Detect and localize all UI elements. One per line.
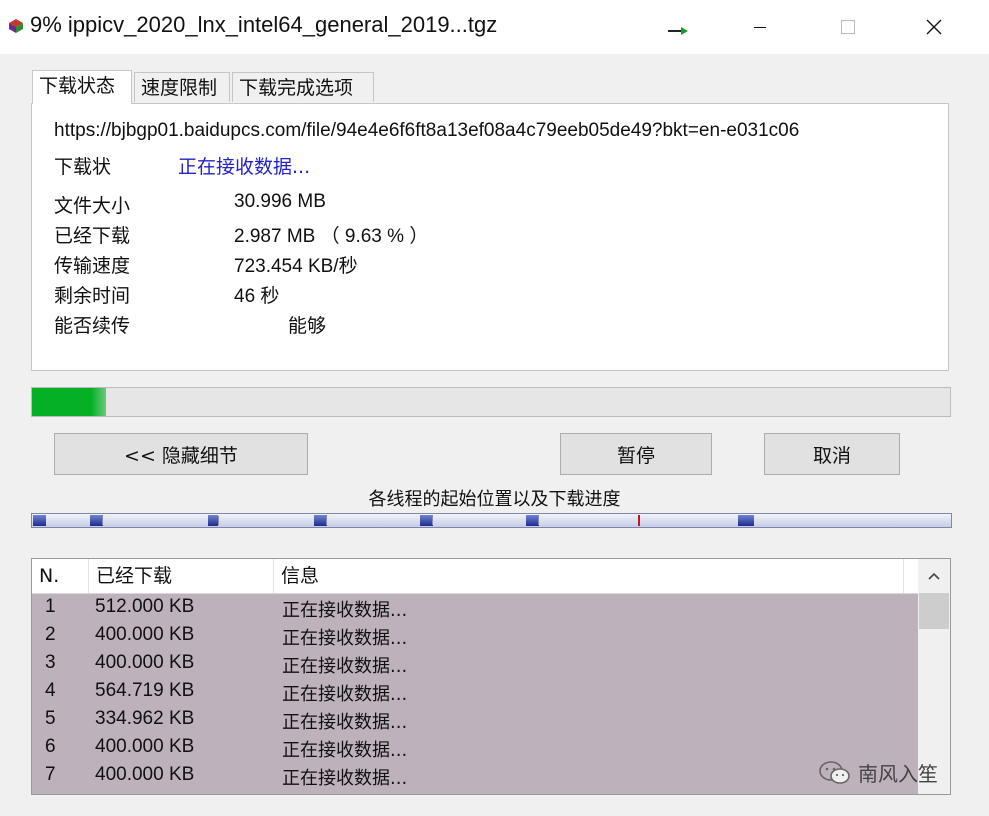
list-item[interactable]: 5 334.962 KB 正在接收数据...	[32, 705, 918, 733]
row-info: 正在接收数据...	[282, 600, 408, 621]
status-panel: https://bjbgp01.baidupcs.com/file/94e4e6…	[31, 103, 949, 371]
progress-bar	[31, 387, 951, 417]
row-downloaded: 400.000 KB	[95, 736, 195, 757]
tab-download-status[interactable]: 下载状态	[32, 70, 132, 104]
row-number: 5	[45, 708, 56, 729]
thread-segment	[208, 515, 218, 526]
tab-completion-options[interactable]: 下载完成选项	[232, 72, 374, 102]
row-number: 3	[45, 652, 56, 673]
list-item[interactable]: 6 400.000 KB 正在接收数据...	[32, 733, 918, 761]
minimize-icon	[754, 27, 766, 28]
pause-button[interactable]: 暂停	[560, 433, 712, 475]
list-item[interactable]: 1 512.000 KB 正在接收数据...	[32, 593, 918, 621]
app-icon	[9, 19, 23, 33]
list-header: N. 已经下载 信息	[32, 559, 920, 594]
row-downloaded: 564.719 KB	[95, 680, 195, 701]
threads-caption: 各线程的起始位置以及下载进度	[368, 489, 621, 510]
speed-value: 723.454 KB/秒	[234, 256, 358, 277]
row-info: 正在接收数据...	[282, 628, 408, 649]
thread-marker	[638, 515, 640, 526]
row-number: 1	[45, 596, 56, 617]
row-info: 正在接收数据...	[282, 768, 408, 789]
list-item[interactable]: 3 400.000 KB 正在接收数据...	[32, 649, 918, 677]
download-arrow-icon	[668, 27, 688, 35]
scroll-up-button[interactable]	[918, 559, 950, 593]
list-item[interactable]: 4 564.719 KB 正在接收数据...	[32, 677, 918, 705]
title-bar: 9% ippicv_2020_lnx_intel64_general_2019.…	[0, 0, 989, 54]
list-item[interactable]: 2 400.000 KB 正在接收数据...	[32, 621, 918, 649]
row-downloaded: 512.000 KB	[95, 596, 195, 617]
maximize-button[interactable]	[824, 8, 872, 46]
wechat-icon	[819, 760, 850, 784]
close-button[interactable]	[910, 8, 958, 46]
maximize-icon	[841, 20, 855, 34]
watermark: 南风入笙	[818, 758, 938, 787]
row-downloaded: 400.000 KB	[95, 764, 195, 785]
minimize-button[interactable]	[736, 8, 784, 46]
row-number: 6	[45, 736, 56, 757]
row-info: 正在接收数据...	[282, 656, 408, 677]
cancel-button[interactable]: 取消	[764, 433, 900, 475]
chevron-up-icon	[928, 572, 940, 580]
file-size-value: 30.996 MB	[234, 191, 326, 212]
connections-list: N. 已经下载 信息 1 512.000 KB 正在接收数据... 2 400.…	[31, 558, 951, 795]
status-value: 正在接收数据...	[178, 156, 311, 178]
speed-label: 传输速度	[54, 255, 131, 277]
list-item[interactable]: 7 400.000 KB 正在接收数据...	[32, 761, 918, 789]
column-header-downloaded[interactable]: 已经下载	[89, 559, 274, 593]
row-info: 正在接收数据...	[282, 740, 408, 761]
row-number: 4	[45, 680, 56, 701]
file-size-label: 文件大小	[54, 195, 131, 217]
status-label: 下载状	[54, 156, 112, 178]
thread-segment	[738, 515, 754, 526]
progress-fill	[32, 388, 107, 416]
thread-separator	[218, 516, 219, 525]
column-header-info[interactable]: 信息	[274, 559, 904, 593]
download-url: https://bjbgp01.baidupcs.com/file/94e4e6…	[54, 120, 800, 141]
thread-separator	[538, 516, 539, 525]
downloaded-label: 已经下载	[54, 225, 131, 247]
row-downloaded: 400.000 KB	[95, 652, 195, 673]
column-header-number[interactable]: N.	[32, 559, 89, 593]
time-left-value: 46 秒	[234, 286, 280, 307]
thread-separator	[102, 516, 103, 525]
list-rows: 1 512.000 KB 正在接收数据... 2 400.000 KB 正在接收…	[32, 593, 918, 789]
row-number: 7	[45, 764, 56, 785]
hide-details-button[interactable]: << 隐藏细节	[54, 433, 308, 475]
row-info: 正在接收数据...	[282, 684, 408, 705]
thread-separator	[326, 516, 327, 525]
thread-segment	[33, 515, 46, 526]
resume-value: 能够	[288, 316, 327, 337]
downloaded-value: 2.987 MB （ 9.63 % ）	[234, 226, 429, 247]
close-icon	[926, 19, 942, 35]
resume-label: 能否续传	[54, 315, 131, 337]
watermark-text: 南风入笙	[858, 762, 938, 786]
window-title: 9% ippicv_2020_lnx_intel64_general_2019.…	[30, 12, 498, 37]
thread-progress-bar	[31, 513, 952, 528]
thread-separator	[432, 516, 433, 525]
tab-speed-limit[interactable]: 速度限制	[134, 72, 230, 102]
scroll-thumb[interactable]	[919, 593, 949, 629]
row-downloaded: 334.962 KB	[95, 708, 195, 729]
row-number: 2	[45, 624, 56, 645]
time-left-label: 剩余时间	[54, 285, 131, 307]
row-downloaded: 400.000 KB	[95, 624, 195, 645]
row-info: 正在接收数据...	[282, 712, 408, 733]
